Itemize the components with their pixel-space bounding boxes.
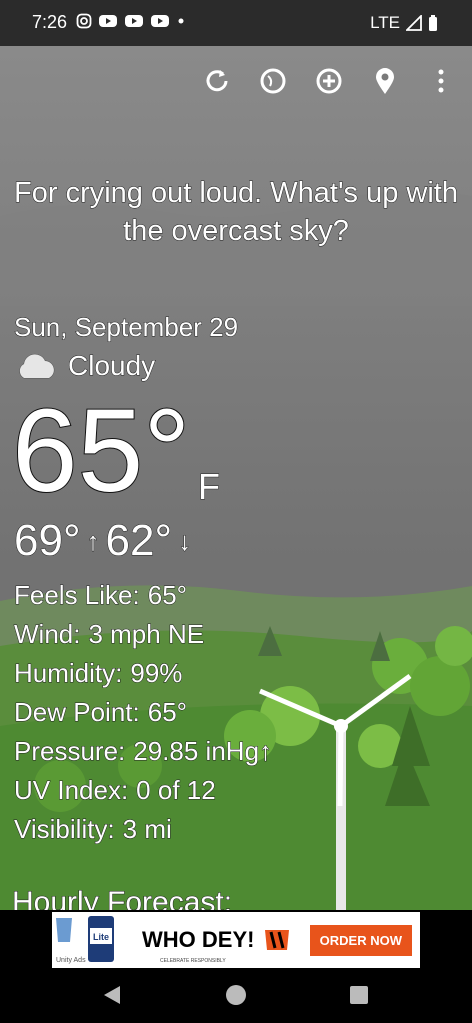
recents-icon[interactable] xyxy=(349,985,369,1005)
refresh-button[interactable] xyxy=(200,64,234,98)
theme-button[interactable] xyxy=(256,64,290,98)
detail-row-feels-like: Feels Like: 65° xyxy=(14,576,280,615)
ad-brand-text: Lite xyxy=(93,932,109,942)
detail-value: 3 mi xyxy=(122,814,172,845)
detail-label: Wind: xyxy=(13,619,81,650)
low-temp: 62° xyxy=(105,516,173,566)
add-location-icon xyxy=(316,68,342,94)
location-pin-icon xyxy=(376,68,394,94)
high-temp: 69° xyxy=(14,516,82,566)
condition-row: Cloudy xyxy=(14,350,156,382)
detail-row-humidity: Humidity: 99% xyxy=(13,654,280,693)
ad-banner[interactable]: Lite Unity Ads WHO DEY! ORDER NOW CELEBR… xyxy=(52,912,420,968)
youtube-icon xyxy=(151,15,169,27)
ad-order-now-button[interactable]: ORDER NOW xyxy=(309,924,412,956)
theme-icon xyxy=(260,68,286,94)
more-vert-icon xyxy=(438,69,444,93)
weather-scene: For crying out loud. What's up with the … xyxy=(0,46,472,910)
youtube-icon xyxy=(99,15,117,27)
signal-icon xyxy=(406,15,422,31)
detail-row-pressure: Pressure: 29.85 inHg↑ xyxy=(13,732,280,771)
refresh-icon xyxy=(206,70,228,92)
ad-network-label: Unity Ads xyxy=(56,957,86,964)
detail-label: Humidity: xyxy=(13,658,123,689)
detail-value: 65° xyxy=(147,580,188,611)
add-location-button[interactable] xyxy=(312,64,346,98)
bengals-logo-icon xyxy=(265,930,290,950)
hourly-forecast-title: Hourly Forecast: xyxy=(11,886,233,911)
youtube-icon xyxy=(125,15,143,27)
detail-value: 99% xyxy=(130,658,183,689)
high-low-row: 69° ↑ 62° ↓ xyxy=(14,516,192,566)
cloud-icon xyxy=(19,353,55,379)
instagram-icon xyxy=(76,13,92,29)
detail-label: Feels Like: xyxy=(14,580,141,611)
toolbar xyxy=(200,64,458,98)
ad-headline: WHO DEY! xyxy=(142,927,255,952)
home-icon[interactable] xyxy=(224,983,248,1007)
current-temperature: 65° xyxy=(11,385,191,517)
detail-value: 0 of 12 xyxy=(136,775,217,806)
location-button[interactable] xyxy=(368,64,402,98)
detail-label: Pressure: xyxy=(13,736,126,767)
dot-icon xyxy=(178,18,184,24)
ad-fineprint: CELEBRATE RESPONSIBLY xyxy=(160,958,226,964)
back-icon[interactable] xyxy=(102,984,122,1006)
more-button[interactable] xyxy=(424,64,458,98)
detail-label: Visibility: xyxy=(14,814,116,845)
status-time: 7:26 xyxy=(32,12,68,32)
down-arrow-icon: ↓ xyxy=(178,525,192,556)
temperature-unit: F xyxy=(198,466,221,508)
detail-value: 29.85 inHg↑ xyxy=(133,736,273,767)
weather-message: For crying out loud. What's up with the … xyxy=(14,177,459,248)
navigation-bar xyxy=(0,968,472,1023)
weather-details: Feels Like: 65° Wind: 3 mph NE Humidity: 99… xyxy=(13,576,280,849)
detail-label: Dew Point: xyxy=(14,697,141,728)
notification-icons xyxy=(76,13,186,29)
date-label: Sun, September 29 xyxy=(13,312,239,343)
system-icons: LTE xyxy=(370,13,438,33)
battery-icon xyxy=(429,15,437,31)
up-arrow-icon: ↑ xyxy=(86,525,100,556)
detail-row-visibility: Visibility: 3 mi xyxy=(14,810,280,849)
detail-value: 3 mph NE xyxy=(88,619,205,650)
detail-label: UV Index: xyxy=(13,775,129,806)
ad-brand-logo: Lite Unity Ads xyxy=(52,912,118,968)
detail-value: 65° xyxy=(147,697,188,728)
detail-row-wind: Wind: 3 mph NE xyxy=(13,615,280,654)
condition-label: Cloudy xyxy=(67,350,156,382)
detail-row-uv-index: UV Index: 0 of 12 xyxy=(13,771,280,810)
detail-row-dew-point: Dew Point: 65° xyxy=(14,693,280,732)
status-bar: 7:26 LTE xyxy=(0,0,472,46)
network-type: LTE xyxy=(370,13,400,32)
